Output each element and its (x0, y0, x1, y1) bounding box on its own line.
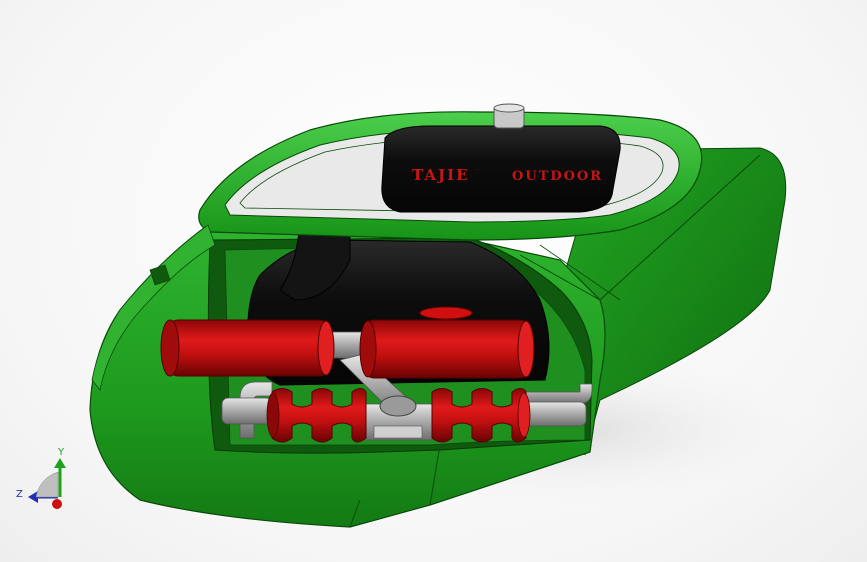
y-axis-arrow-icon (54, 458, 66, 468)
tank-cap-top (493, 103, 525, 113)
brand-label-left: TAJIE (412, 166, 470, 184)
y-axis-label: Y (57, 447, 65, 458)
view-orientation-triad[interactable]: Y Z (16, 447, 66, 509)
x-axis-dot-icon (52, 499, 62, 509)
brand-label-right: OUTDOOR (512, 169, 603, 184)
view-plane-icon (35, 471, 59, 498)
upper-roller-left (160, 319, 335, 377)
boat-model-render[interactable]: TAJIE OUTDOOR Y Z (0, 0, 867, 562)
lower-pipe-left-stub (221, 397, 273, 425)
fuel-cap (419, 306, 473, 320)
upper-roller-right (359, 319, 535, 379)
lower-roller-right (431, 388, 531, 443)
z-axis-label: Z (16, 489, 23, 500)
cad-viewport[interactable]: TAJIE OUTDOOR Y Z (0, 0, 867, 562)
